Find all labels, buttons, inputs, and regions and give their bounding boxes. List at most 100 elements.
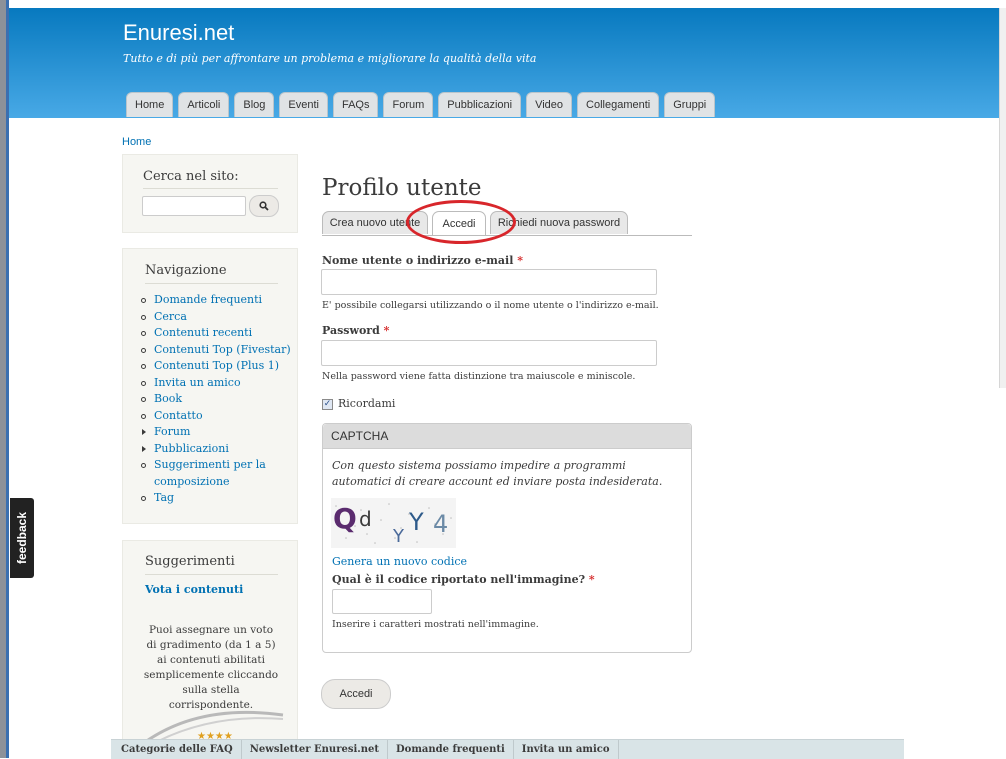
remember-me-checkbox[interactable]: ✓ — [322, 399, 333, 410]
annotation-circle — [406, 200, 516, 244]
suggestions-block: Suggerimenti Vota i contenuti Puoi asseg… — [122, 540, 298, 742]
navigation-block: Navigazione Domande frequenti Cerca Conten… — [122, 248, 298, 524]
captcha-code-field[interactable] — [332, 589, 432, 614]
nav-item-label: Contatto — [154, 408, 203, 422]
bullet-icon — [141, 314, 146, 320]
footer-link-invite-friend[interactable]: Invita un amico — [514, 740, 619, 759]
nav-item-label: Suggerimenti per la composizione — [154, 458, 266, 488]
bullet-icon — [141, 347, 146, 353]
password-description: Nella password viene fatta distinzione t… — [322, 371, 636, 382]
menu-item-gruppi[interactable]: Gruppi — [664, 92, 716, 117]
nav-item-label: Contenuti recenti — [154, 326, 253, 339]
svg-text:4: 4 — [433, 510, 448, 538]
remember-me-label: Ricordami — [338, 397, 396, 410]
nav-item[interactable]: Suggerimenti per la composizione — [141, 457, 291, 490]
bullet-icon — [141, 413, 146, 419]
expand-arrow-icon — [142, 445, 146, 452]
search-block: Cerca nel sito: — [122, 154, 298, 233]
username-label: Nome utente o indirizzo e-mail * — [322, 254, 523, 267]
nav-item[interactable]: Contenuti recenti — [141, 325, 291, 342]
menu-item-eventi[interactable]: Eventi — [279, 92, 328, 117]
username-description: E' possibile collegarsi utilizzando o il… — [322, 300, 659, 311]
menu-item-blog[interactable]: Blog — [234, 92, 275, 117]
bullet-icon — [141, 364, 146, 369]
search-block-divider — [143, 188, 278, 189]
nav-item[interactable]: Invita un amico — [141, 375, 291, 392]
search-block-title: Cerca nel sito: — [143, 169, 239, 184]
menu-item-home[interactable]: Home — [126, 92, 174, 117]
breadcrumb[interactable]: Home — [122, 136, 151, 148]
nav-item[interactable]: Book — [141, 391, 291, 408]
window-left-frame — [0, 0, 9, 758]
regenerate-captcha-link[interactable]: Genera un nuovo codice — [332, 555, 467, 568]
menu-item-articoli[interactable]: Articoli — [178, 92, 230, 117]
bullet-icon — [141, 496, 146, 501]
site-slogan: Tutto e di più per affrontare un problem… — [123, 52, 537, 65]
menu-item-video[interactable]: Video — [526, 92, 573, 117]
fivestar-image: ★★★★ — [144, 710, 284, 741]
nav-item-label: Tag — [154, 491, 175, 504]
nav-item-label: Forum — [154, 425, 191, 438]
nav-item[interactable]: Domande frequenti — [141, 292, 291, 309]
window-top-edge — [0, 0, 1006, 8]
nav-item[interactable]: Tag — [141, 490, 291, 507]
suggestions-divider — [145, 574, 278, 575]
menu-item-pubblicazioni[interactable]: Pubblicazioni — [438, 92, 522, 117]
navigation-list: Domande frequenti Cerca Contenuti recenti C… — [141, 292, 291, 507]
captcha-fieldset: CAPTCHA Con questo sistema possiamo impe… — [322, 423, 692, 653]
svg-text:Y: Y — [392, 526, 405, 547]
bullet-icon — [141, 380, 146, 386]
password-label: Password * — [322, 324, 390, 337]
search-input[interactable] — [142, 196, 246, 216]
svg-text:d: d — [359, 507, 372, 531]
search-button[interactable] — [249, 195, 279, 217]
nav-item[interactable]: Contenuti Top (Plus 1) — [141, 358, 291, 375]
nav-item-label: Book — [154, 392, 182, 405]
nav-item-label: Domande frequenti — [154, 293, 263, 306]
svg-text:Q: Q — [333, 502, 357, 535]
nav-item-label: Pubblicazioni — [154, 441, 229, 455]
footer-link-faq[interactable]: Domande frequenti — [388, 740, 514, 759]
bullet-icon — [141, 463, 146, 468]
login-submit-button[interactable]: Accedi — [321, 679, 391, 709]
password-field[interactable] — [321, 340, 657, 366]
nav-item[interactable]: Contenuti Top (Fivestar) — [141, 342, 291, 359]
search-icon — [259, 201, 269, 211]
footer-links-bar: Categorie delle FAQ Newsletter Enuresi.n… — [111, 739, 904, 759]
captcha-image: Q d Y Y 4 — [331, 498, 456, 548]
nav-item-label: Contenuti Top (Plus 1) — [154, 359, 280, 372]
navigation-title: Navigazione — [145, 263, 227, 278]
footer-link-newsletter[interactable]: Newsletter Enuresi.net — [242, 740, 388, 759]
bullet-icon — [141, 331, 146, 336]
nav-item-label: Invita un amico — [154, 375, 241, 389]
footer-link-faq-categories[interactable]: Categorie delle FAQ — [111, 740, 242, 759]
captcha-code-description: Inserire i caratteri mostrati nell'immag… — [332, 619, 539, 630]
menu-item-forum[interactable]: Forum — [383, 92, 434, 117]
bullet-icon — [141, 298, 146, 303]
feedback-tab[interactable]: feedback — [10, 498, 34, 578]
expand-arrow-icon — [142, 429, 146, 435]
username-field[interactable] — [321, 269, 657, 295]
vote-contents-link[interactable]: Vota i contenuti — [145, 583, 243, 596]
nav-item-label: Cerca — [154, 309, 187, 323]
site-header: Enuresi.net Tutto e di più per affrontar… — [9, 8, 999, 118]
navigation-divider — [145, 283, 278, 284]
page-title: Profilo utente — [322, 175, 482, 201]
captcha-description: Con questo sistema possiamo impedire a p… — [332, 459, 663, 488]
captcha-title: CAPTCHA — [323, 424, 691, 449]
suggestions-title: Suggerimenti — [145, 554, 235, 569]
site-name[interactable]: Enuresi.net — [123, 20, 234, 46]
nav-item[interactable]: Cerca — [141, 309, 291, 326]
nav-item[interactable]: Contatto — [141, 408, 291, 425]
svg-text:Y: Y — [408, 508, 424, 536]
nav-item[interactable]: Forum — [141, 424, 291, 441]
menu-item-collegamenti[interactable]: Collegamenti — [577, 92, 660, 117]
menu-item-faqs[interactable]: FAQs — [332, 92, 379, 117]
bullet-icon — [141, 397, 146, 402]
nav-item[interactable]: Pubblicazioni — [141, 441, 291, 458]
main-menu: Home Articoli Blog Eventi FAQs Forum Pub… — [126, 92, 716, 118]
nav-item-label: Contenuti Top (Fivestar) — [154, 342, 291, 356]
page-scrollbar[interactable] — [999, 8, 1006, 388]
suggestions-text: Puoi assegnare un voto di gradimento (da… — [143, 624, 279, 711]
captcha-code-label: Qual è il codice riportato nell'immagine… — [332, 573, 595, 586]
